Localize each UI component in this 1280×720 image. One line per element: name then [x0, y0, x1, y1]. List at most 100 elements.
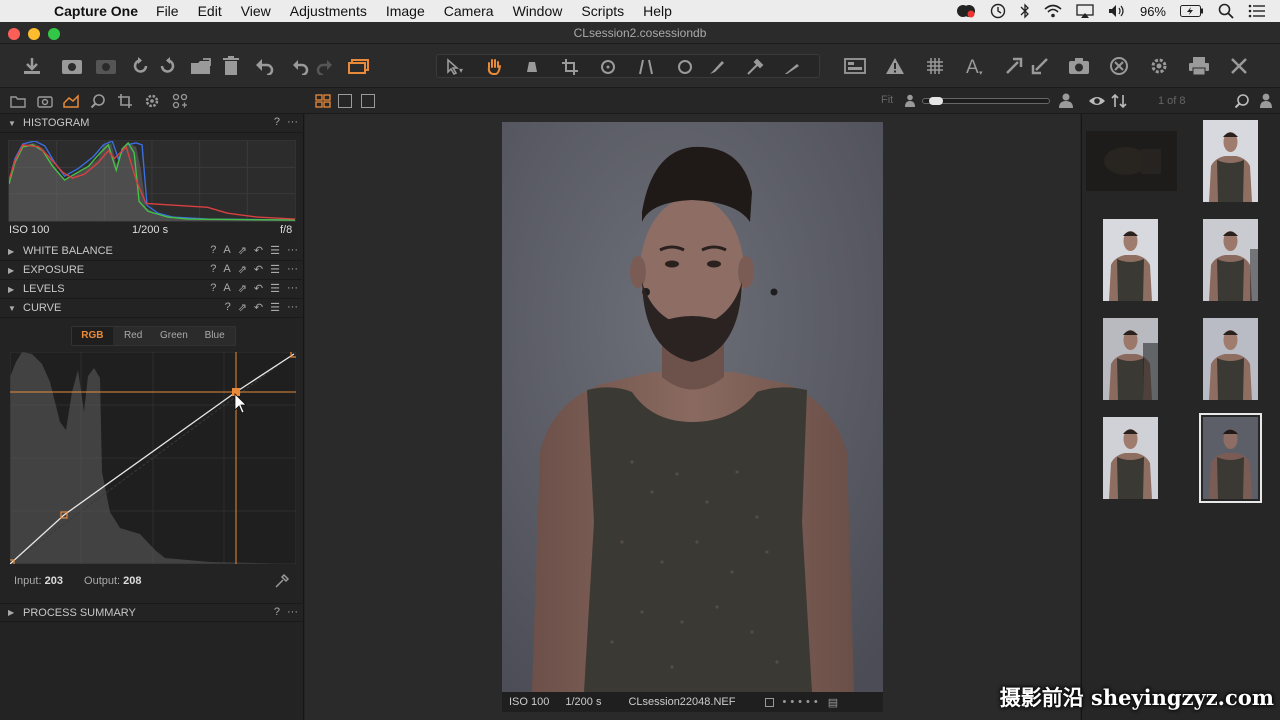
- browser-person-icon[interactable]: [1259, 93, 1273, 111]
- browser-sort-icon[interactable]: [1111, 93, 1127, 111]
- image-viewer[interactable]: ISO 100 1/200 s CLsession22048.NEF •••••…: [305, 114, 1080, 720]
- print-icon[interactable]: [1187, 54, 1211, 78]
- curve-tab-green[interactable]: Green: [154, 327, 195, 345]
- bluetooth-icon[interactable]: [1020, 3, 1030, 19]
- details-tab-search-icon[interactable]: [89, 92, 107, 110]
- menu-file[interactable]: File: [156, 3, 179, 19]
- viewer-toggle-icon[interactable]: [843, 54, 867, 78]
- capture-tab-camera-icon[interactable]: [36, 92, 54, 110]
- process-summary-header[interactable]: ▶ PROCESS SUMMARY ? ···: [0, 603, 304, 622]
- menu-camera[interactable]: Camera: [444, 3, 494, 19]
- settings-gear-icon[interactable]: [1147, 54, 1171, 78]
- notification-center-icon[interactable]: [1248, 4, 1266, 18]
- expand-triangle-icon[interactable]: ▶: [8, 608, 18, 617]
- expand-triangle-icon[interactable]: ▶: [8, 285, 18, 294]
- menu-app-name[interactable]: Capture One: [54, 3, 138, 19]
- rating-box-icon[interactable]: [765, 697, 775, 707]
- reset-icon[interactable]: [1107, 54, 1131, 78]
- redo-icon[interactable]: [313, 54, 337, 78]
- zoom-fit-label[interactable]: Fit: [881, 94, 893, 106]
- lens-tab-crop-icon[interactable]: [116, 92, 134, 110]
- menu-help[interactable]: Help: [643, 3, 672, 19]
- exposure-header[interactable]: ▶ EXPOSURE ? A ⇗ ↶ ☰ ···: [0, 261, 304, 280]
- help-icon[interactable]: ?: [274, 606, 280, 618]
- curve-tab-rgb[interactable]: RGB: [72, 327, 113, 345]
- main-photo[interactable]: [502, 122, 883, 692]
- auto-adjust-icon[interactable]: A: [223, 282, 230, 295]
- tools-icon[interactable]: [1227, 54, 1251, 78]
- adjustments-tab-gear-icon[interactable]: [143, 92, 161, 110]
- menu-edit[interactable]: Edit: [198, 3, 222, 19]
- menu-adjustments[interactable]: Adjustments: [290, 3, 367, 19]
- spotlight-icon[interactable]: [1218, 3, 1234, 19]
- trash-icon[interactable]: [219, 54, 243, 78]
- library-tab-folder-icon[interactable]: [9, 92, 27, 110]
- text-overlay-icon[interactable]: A ▾: [963, 54, 987, 78]
- menu-view[interactable]: View: [241, 3, 271, 19]
- undo-icon[interactable]: [288, 54, 312, 78]
- exposure-warning-icon[interactable]: [883, 54, 907, 78]
- zoom-slider-handle[interactable]: [929, 97, 943, 105]
- reset-tool-icon[interactable]: ↶: [254, 282, 263, 295]
- levels-header[interactable]: ▶ LEVELS ? A ⇗ ↶ ☰ ···: [0, 280, 304, 299]
- curve-tab-red[interactable]: Red: [113, 327, 154, 345]
- color-tab-icon[interactable]: [62, 92, 80, 110]
- thumbnail-6[interactable]: [1203, 318, 1258, 400]
- crop-icon[interactable]: [559, 55, 583, 79]
- thumbnail-8-selected[interactable]: [1199, 413, 1262, 503]
- thumbnail-5[interactable]: [1103, 318, 1158, 400]
- more-options-icon[interactable]: ···: [287, 606, 298, 618]
- copy-settings-icon[interactable]: ⇗: [238, 244, 247, 257]
- more-options-icon[interactable]: ···: [287, 116, 298, 128]
- zoom-slider[interactable]: [922, 97, 1050, 105]
- undo-all-icon[interactable]: [252, 54, 276, 78]
- thumbnail-3[interactable]: [1103, 219, 1158, 301]
- more-options-icon[interactable]: ···: [287, 263, 298, 276]
- menu-window[interactable]: Window: [513, 3, 563, 19]
- pick-adjustments-icon[interactable]: [1002, 54, 1026, 78]
- reset-tool-icon[interactable]: ↶: [254, 263, 263, 276]
- annotate-icon[interactable]: [781, 55, 805, 79]
- rotate-tool-icon[interactable]: [597, 55, 621, 79]
- help-icon[interactable]: ?: [274, 116, 280, 128]
- thumbnail-1[interactable]: [1086, 131, 1177, 191]
- rotate-left-icon[interactable]: [129, 54, 153, 78]
- pan-hand-icon[interactable]: [483, 55, 507, 79]
- grid-icon[interactable]: [923, 54, 947, 78]
- camera-icon[interactable]: [1067, 54, 1091, 78]
- capture-icon[interactable]: [60, 54, 84, 78]
- presets-icon[interactable]: ☰: [270, 244, 280, 257]
- curve-editor[interactable]: [10, 352, 296, 564]
- collapse-triangle-icon[interactable]: ▼: [8, 119, 18, 128]
- time-machine-icon[interactable]: [990, 3, 1006, 19]
- copy-settings-icon[interactable]: ⇗: [238, 282, 247, 295]
- browser-search-icon[interactable]: [1234, 93, 1250, 112]
- presets-icon[interactable]: ☰: [270, 282, 280, 295]
- collapse-triangle-icon[interactable]: ▼: [8, 304, 18, 313]
- help-icon[interactable]: ?: [210, 244, 216, 257]
- proof-view-icon[interactable]: [361, 94, 375, 108]
- reset-tool-icon[interactable]: ↶: [254, 244, 263, 257]
- white-balance-header[interactable]: ▶ WHITE BALANCE ? A ⇗ ↶ ☰ ···: [0, 242, 304, 261]
- menu-scripts[interactable]: Scripts: [581, 3, 624, 19]
- import-icon[interactable]: [20, 54, 44, 78]
- curve-header[interactable]: ▼ CURVE ? ⇗ ↶ ☰ ···: [0, 299, 304, 318]
- curve-tab-blue[interactable]: Blue: [194, 327, 235, 345]
- volume-icon[interactable]: [1108, 4, 1126, 18]
- help-icon[interactable]: ?: [210, 282, 216, 295]
- thumbnail-7[interactable]: [1103, 417, 1158, 499]
- brush-icon[interactable]: [705, 55, 729, 79]
- circle-spot-icon[interactable]: [673, 55, 697, 79]
- rotate-right-icon[interactable]: [155, 54, 179, 78]
- copy-apply-icon[interactable]: [347, 54, 371, 78]
- multi-view-grid-icon[interactable]: [315, 94, 331, 111]
- thumbnail-2[interactable]: [1203, 120, 1258, 202]
- battery-icon[interactable]: [1180, 5, 1204, 17]
- select-cursor-icon[interactable]: ▾: [443, 55, 467, 79]
- expand-triangle-icon[interactable]: ▶: [8, 266, 18, 275]
- rating-dots[interactable]: •••••: [782, 696, 821, 708]
- metadata-tab-icon[interactable]: [171, 92, 189, 110]
- thumbnail-4[interactable]: [1203, 219, 1258, 301]
- copy-settings-icon[interactable]: ⇗: [238, 301, 247, 314]
- picker-icon[interactable]: [743, 55, 767, 79]
